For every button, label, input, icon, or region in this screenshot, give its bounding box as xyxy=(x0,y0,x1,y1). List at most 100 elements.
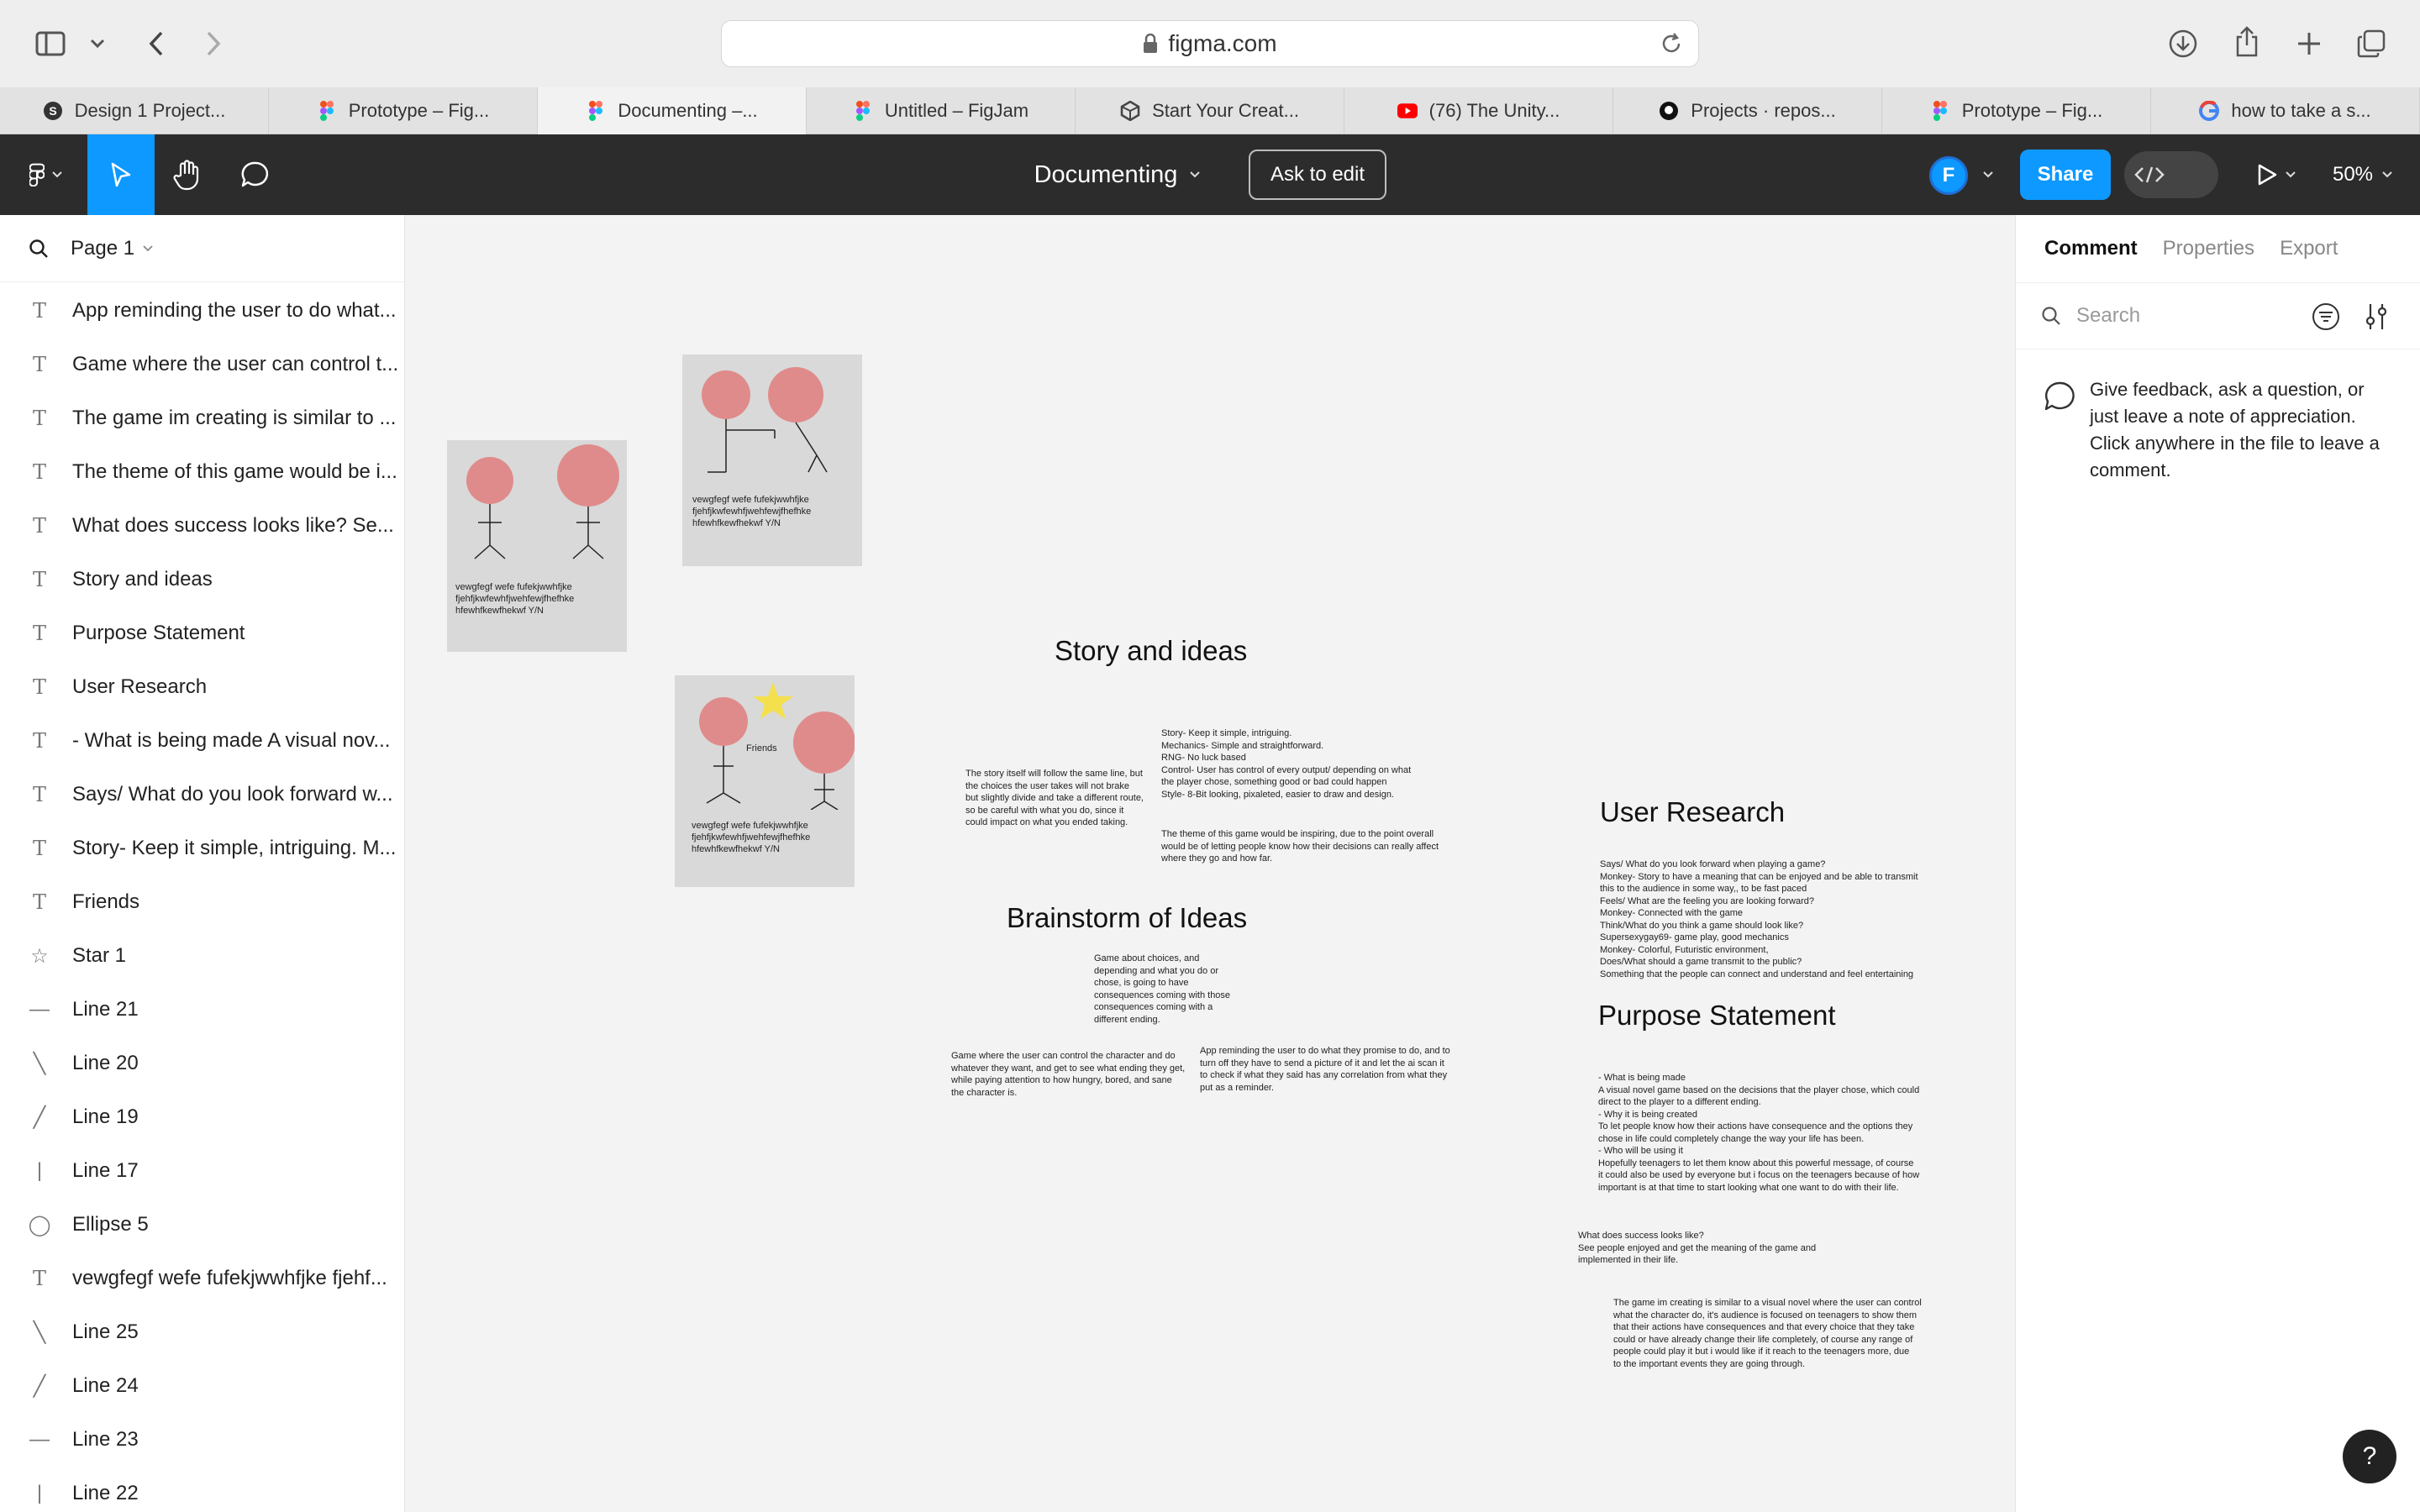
browser-tab[interactable]: Projects · repos... xyxy=(1613,87,1882,134)
comment-tool-button[interactable] xyxy=(232,134,277,215)
text-line: Hopefully teenagers to let them know abo… xyxy=(1598,1158,1914,1168)
back-arrow-icon[interactable] xyxy=(139,25,173,62)
sidebar-toggle-icon[interactable] xyxy=(34,27,67,60)
browser-tab[interactable]: Prototype – Fig... xyxy=(1882,87,2151,134)
text-line: Something that the people can connect an… xyxy=(1600,969,1914,979)
layer-row[interactable]: T The game im creating is similar to ... xyxy=(0,391,404,445)
layer-row[interactable]: ╲ Line 20 xyxy=(0,1037,404,1090)
layer-row[interactable]: T Says/ What do you look forward w... xyxy=(0,768,404,822)
layer-row[interactable]: | Line 22 xyxy=(0,1467,404,1512)
reload-icon[interactable] xyxy=(1660,31,1683,62)
comment-search-field[interactable]: Search xyxy=(2016,282,2420,349)
story-left-text[interactable]: The story itself will follow the same li… xyxy=(965,768,1144,829)
layer-row[interactable]: Tvewgfegf wefe fufekjwwhfjke fjehf... xyxy=(0,1252,404,1305)
layer-row[interactable]: T What does success looks like? Se... xyxy=(0,499,404,553)
s-icon: S xyxy=(43,101,63,121)
theme-text[interactable]: The theme of this game would be inspirin… xyxy=(1161,828,1455,865)
filter-icon[interactable] xyxy=(2312,302,2340,331)
chevron-down-icon xyxy=(2286,171,2296,178)
browser-tab[interactable]: how to take a s... xyxy=(2151,87,2420,134)
layer-row[interactable]: ☆ Star 1 xyxy=(0,929,404,983)
line-layer-icon: | xyxy=(36,1482,43,1504)
story-heading[interactable]: Story and ideas xyxy=(1055,635,1247,667)
browser-tab[interactable]: Prototype – Fig... xyxy=(269,87,538,134)
layer-row[interactable]: T Story and ideas xyxy=(0,553,404,606)
text-line: that their actions have consequences and… xyxy=(1613,1322,1915,1332)
layer-row[interactable]: T Game where the user can control t... xyxy=(0,338,404,391)
zoom-menu[interactable]: 50% xyxy=(2328,134,2398,215)
forward-arrow-icon[interactable] xyxy=(197,25,230,62)
line-layer-icon: ╲ xyxy=(33,1320,46,1344)
layer-row[interactable]: — Line 21 xyxy=(0,983,404,1037)
browser-tab[interactable]: S Design 1 Project... xyxy=(0,87,269,134)
comment-hint: Give feedback, ask a question, or just l… xyxy=(2090,379,2380,480)
success-text[interactable]: What does success looks like? See people … xyxy=(1578,1230,1816,1267)
research-text[interactable]: Says/ What do you look forward when play… xyxy=(1600,858,1918,980)
browser-tab-active[interactable]: Documenting –... xyxy=(538,87,807,134)
brainstorm-heading[interactable]: Brainstorm of Ideas xyxy=(1007,902,1247,934)
main-menu-button[interactable] xyxy=(17,134,76,215)
tab-export[interactable]: Export xyxy=(2280,237,2338,260)
text-line: direct to the player to a different endi… xyxy=(1598,1097,1761,1107)
browser-tab[interactable]: (76) The Unity... xyxy=(1344,87,1613,134)
file-title-button[interactable]: Documenting xyxy=(992,134,1244,215)
tab-comment[interactable]: Comment xyxy=(2044,237,2138,260)
tab-properties[interactable]: Properties xyxy=(2163,237,2254,260)
stick-figure-card[interactable]: vewgfegf wefe fufekjwwhfjke fjehfjkwfewh… xyxy=(447,440,627,652)
help-button[interactable]: ? xyxy=(2343,1430,2396,1483)
friends-card[interactable]: Friends vewgfegf wefe fufekjwwhfjke fjeh… xyxy=(675,675,855,887)
tab-label: Documenting –... xyxy=(618,100,758,121)
layer-row[interactable]: T Friends xyxy=(0,875,404,929)
design-canvas[interactable]: vewgfegf wefe fufekjwwhfjke fjehfjkwfewh… xyxy=(405,215,2015,1512)
purpose-heading[interactable]: Purpose Statement xyxy=(1598,1000,1836,1032)
research-heading[interactable]: User Research xyxy=(1600,796,1785,828)
present-button[interactable] xyxy=(2254,134,2299,215)
brainstorm-left-text[interactable]: Game where the user can control the char… xyxy=(951,1050,1186,1099)
page-name[interactable]: Page 1 xyxy=(71,237,134,260)
brainstorm-center-text[interactable]: Game about choices, and depending and wh… xyxy=(1094,953,1237,1026)
layer-row[interactable]: T App reminding the user to do what... xyxy=(0,284,404,338)
chevron-down-icon[interactable] xyxy=(143,244,153,252)
layer-row[interactable]: T User Research xyxy=(0,660,404,714)
layer-row[interactable]: — Line 23 xyxy=(0,1413,404,1467)
story-right-text[interactable]: Story- Keep it simple, intriguing. Mechan… xyxy=(1161,727,1411,801)
browser-tab[interactable]: Start Your Creat... xyxy=(1076,87,1344,134)
text-layer-icon: T xyxy=(32,622,46,645)
address-bar[interactable]: figma.com xyxy=(721,20,1699,67)
tab-overview-icon[interactable] xyxy=(2353,25,2390,62)
ask-to-edit-button[interactable]: Ask to edit xyxy=(1249,150,1386,200)
ask-to-edit-label: Ask to edit xyxy=(1270,163,1365,186)
chevron-down-icon[interactable] xyxy=(1978,134,1998,215)
similar-text[interactable]: The game im creating is similar to a vis… xyxy=(1613,1297,1922,1370)
purpose-text[interactable]: - What is being made A visual novel game … xyxy=(1598,1072,1919,1194)
avatar[interactable]: F xyxy=(1929,156,1968,195)
layer-row[interactable]: ◯ Ellipse 5 xyxy=(0,1198,404,1252)
search-icon[interactable] xyxy=(29,239,49,259)
brainstorm-right-text[interactable]: App reminding the user to do what they p… xyxy=(1200,1045,1452,1094)
new-tab-icon[interactable] xyxy=(2291,25,2328,62)
tab-label: Prototype – Fig... xyxy=(348,100,490,121)
layer-row[interactable]: T - What is being made A visual nov... xyxy=(0,714,404,768)
settings-sliders-icon[interactable] xyxy=(2364,302,2389,331)
share-icon[interactable] xyxy=(2228,24,2265,60)
hand-tool-button[interactable] xyxy=(165,134,210,215)
chevron-down-icon xyxy=(52,171,62,178)
text-layer-icon: T xyxy=(32,353,46,376)
layer-row[interactable]: T The theme of this game would be i... xyxy=(0,445,404,499)
layer-row[interactable]: ╱ Line 24 xyxy=(0,1359,404,1413)
layer-row[interactable]: | Line 17 xyxy=(0,1144,404,1198)
stick-figure-card[interactable]: vewgfegf wefe fufekjwwhfjke fjehfjkwfewh… xyxy=(682,354,862,566)
dev-mode-toggle[interactable] xyxy=(2124,151,2218,198)
share-button[interactable]: Share xyxy=(2020,150,2111,200)
chevron-down-icon[interactable] xyxy=(87,34,108,54)
layer-row[interactable]: ╲ Line 25 xyxy=(0,1305,404,1359)
layer-row[interactable]: T Story- Keep it simple, intriguing. M... xyxy=(0,822,404,875)
layer-row[interactable]: T Purpose Statement xyxy=(0,606,404,660)
page-selector[interactable]: Page 1 xyxy=(0,215,404,282)
browser-tab[interactable]: Untitled – FigJam xyxy=(807,87,1076,134)
downloads-icon[interactable] xyxy=(2165,25,2202,62)
text-line: this to the audience in some way,, to be… xyxy=(1600,884,1807,894)
layer-row[interactable]: ╱ Line 19 xyxy=(0,1090,404,1144)
move-tool-button[interactable] xyxy=(87,134,155,215)
layer-label: Line 21 xyxy=(72,998,139,1021)
